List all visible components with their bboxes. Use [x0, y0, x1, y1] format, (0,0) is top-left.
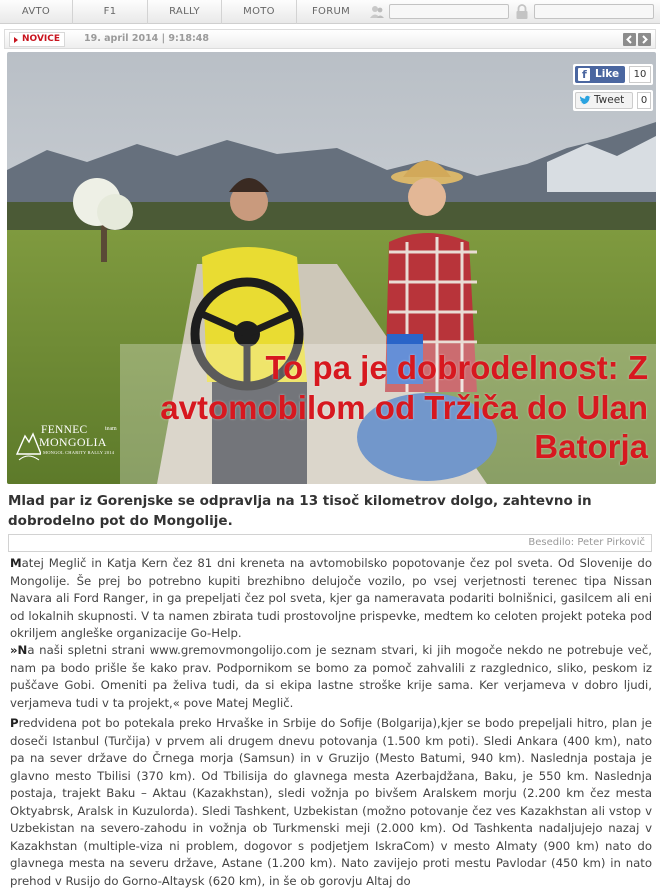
logo-line-rally: MONGOL CHARITY RALLY 2014 [43, 450, 115, 455]
chevron-left-icon [626, 35, 632, 44]
hero-image: To pa je dobrodelnost: Z avtomobilom od … [7, 52, 656, 484]
fennec-mongolia-logo: FENNEC team MONGOLIA MONGOL CHARITY RALL… [15, 422, 137, 466]
password-field[interactable] [534, 4, 654, 19]
logo-line-team: team [105, 426, 117, 432]
username-field[interactable] [389, 4, 509, 19]
twitter-tweet-label: Tweet [594, 94, 625, 106]
twitter-tweet-count: 0 [637, 92, 651, 109]
mountain-logo-icon [15, 432, 41, 461]
paragraph-text: a naši spletni strani www.gremovmongolij… [10, 643, 652, 710]
next-article-button[interactable] [638, 33, 651, 46]
previous-article-button[interactable] [623, 33, 636, 46]
lock-icon [516, 3, 528, 19]
author-bar: Besedilo: Peter Pirkovič [8, 534, 652, 552]
facebook-like-label: Like [595, 68, 620, 80]
category-tag-label: NOVICE [22, 34, 61, 44]
article-lead: Mlad par iz Gorenjske se odpravlja na 13… [8, 493, 592, 529]
nav-item-rally[interactable]: RALLY [148, 0, 222, 24]
article-paragraph: »Na naši spletni strani www.gremovmongol… [10, 642, 652, 712]
twitter-icon [580, 95, 591, 105]
article-paragraph: Matej Meglič in Katja Kern čez 81 dni kr… [10, 555, 652, 643]
facebook-like-count: 10 [629, 66, 651, 83]
nav-item-forum[interactable]: FORUM [297, 0, 365, 24]
paragraph-text: redvidena pot bo potekala preko Hrvaške … [10, 716, 652, 888]
facebook-like-widget: f Like 10 [573, 64, 653, 85]
tag-bullet-icon [14, 37, 18, 43]
paragraph-text: atej Meglič in Katja Kern čez 81 dni kre… [10, 556, 652, 640]
top-navigation: AVTO F1 RALLY MOTO FORUM [0, 0, 660, 24]
logo-line-mongolia: MONGOLIA [39, 435, 107, 449]
login-area [367, 0, 654, 23]
category-tag[interactable]: NOVICE [9, 32, 66, 47]
paragraph-initial: P [10, 716, 19, 730]
publish-datetime: 19. april 2014 | 9:18:48 [84, 33, 210, 44]
nav-item-moto[interactable]: MOTO [222, 0, 297, 24]
user-icon [370, 5, 384, 18]
facebook-icon: f [578, 68, 590, 81]
article-author: Besedilo: Peter Pirkovič [528, 537, 645, 548]
twitter-tweet-widget: Tweet 0 [573, 90, 653, 111]
nav-item-f1[interactable]: F1 [73, 0, 148, 24]
facebook-like-button[interactable]: f Like [575, 66, 625, 83]
twitter-tweet-button[interactable]: Tweet [575, 92, 633, 109]
paragraph-initial: M [10, 556, 22, 570]
nav-item-avto[interactable]: AVTO [0, 0, 73, 24]
article-headline: To pa je dobrodelnost: Z avtomobilom od … [160, 349, 648, 465]
article-meta-bar: NOVICE 19. april 2014 | 9:18:48 [4, 29, 656, 49]
article-paragraph: Predvidena pot bo potekala preko Hrvaške… [10, 715, 652, 890]
chevron-right-icon [642, 35, 648, 44]
paragraph-initial: »N [10, 643, 28, 657]
